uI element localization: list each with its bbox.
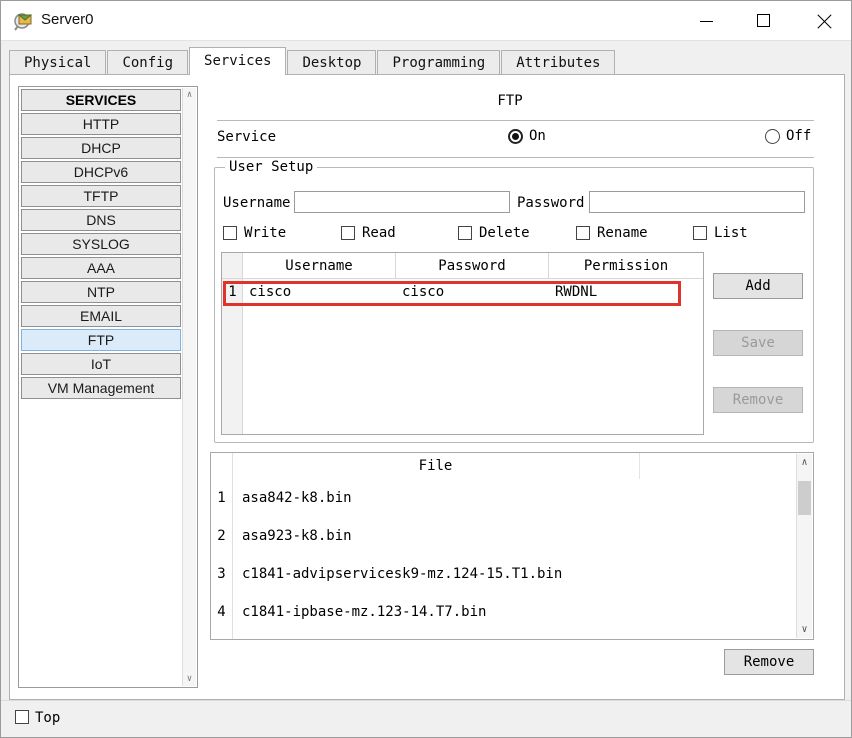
sidebar-header-services: SERVICES	[21, 89, 181, 111]
sidebar-item-iot[interactable]: IoT	[21, 353, 181, 375]
title-bar: Server0	[1, 1, 851, 41]
scroll-up-icon[interactable]: ∧	[797, 455, 812, 470]
server-config-window: Server0 Physical Config Services Desktop…	[0, 0, 852, 738]
divider	[217, 157, 814, 158]
user-accounts-table[interactable]: Username Password Permission 1 cisco cis…	[221, 252, 704, 435]
tab-programming[interactable]: Programming	[377, 50, 501, 75]
list-label: List	[714, 225, 748, 241]
sidebar-item-vm-management[interactable]: VM Management	[21, 377, 181, 399]
file-table-header: File	[232, 453, 640, 479]
minimize-icon[interactable]	[683, 1, 729, 41]
tab-bar: Physical Config Services Desktop Program…	[9, 47, 616, 75]
file-row[interactable]: 2 asa923-k8.bin	[211, 517, 813, 555]
file-row[interactable]: 3 c1841-advipservicesk9-mz.124-15.T1.bin	[211, 555, 813, 593]
service-on-radio[interactable]: On	[508, 128, 546, 144]
radio-off-icon[interactable]	[765, 128, 780, 144]
file-name: c1841-advipservicesk9-mz.124-15.T1.bin	[242, 566, 563, 582]
write-label: Write	[244, 225, 287, 241]
remove-user-button[interactable]: Remove	[713, 387, 803, 413]
checkbox-icon[interactable]	[223, 226, 237, 240]
close-icon[interactable]	[799, 1, 851, 41]
sidebar-scrollbar[interactable]: ∧ ∨	[182, 88, 196, 686]
delete-checkbox[interactable]: Delete	[458, 225, 530, 241]
delete-label: Delete	[479, 225, 530, 241]
write-checkbox[interactable]: Write	[223, 225, 286, 241]
remove-file-button[interactable]: Remove	[724, 649, 814, 675]
sidebar-item-dns[interactable]: DNS	[21, 209, 181, 231]
sidebar-item-dhcpv6[interactable]: DHCPv6	[21, 161, 181, 183]
window-title: Server0	[41, 11, 94, 28]
packet-tracer-device-icon	[14, 13, 33, 31]
header-password: Password	[396, 253, 549, 279]
services-sidebar: SERVICES HTTP DHCP DHCPv6 TFTP DNS SYSLO…	[18, 86, 198, 688]
rename-label: Rename	[597, 225, 648, 241]
service-off-radio[interactable]: Off	[765, 128, 811, 144]
service-label: Service	[217, 129, 277, 145]
tab-physical[interactable]: Physical	[9, 50, 107, 75]
service-on-label: On	[529, 128, 546, 144]
sidebar-item-email[interactable]: EMAIL	[21, 305, 181, 327]
scroll-down-icon[interactable]: ∨	[183, 673, 196, 685]
top-checkbox[interactable]	[15, 710, 29, 724]
file-row-number: 3	[217, 566, 226, 582]
file-row-number: 1	[217, 490, 226, 506]
checkbox-icon[interactable]	[576, 226, 590, 240]
sidebar-item-tftp[interactable]: TFTP	[21, 185, 181, 207]
password-label: Password	[517, 195, 585, 211]
file-name: c1841-ipbase-mz.123-14.T7.bin	[242, 604, 487, 620]
user-table-header: Username Password Permission	[222, 253, 703, 279]
file-row[interactable]: 1 asa842-k8.bin	[211, 479, 813, 517]
file-row[interactable]: 4 c1841-ipbase-mz.123-14.T7.bin	[211, 593, 813, 631]
username-label: Username	[223, 195, 291, 211]
header-username: Username	[243, 253, 396, 279]
services-list: SERVICES HTTP DHCP DHCPv6 TFTP DNS SYSLO…	[21, 89, 181, 401]
password-input[interactable]	[589, 191, 805, 213]
tab-services[interactable]: Services	[189, 47, 287, 75]
username-input[interactable]	[294, 191, 510, 213]
rename-checkbox[interactable]: Rename	[576, 225, 648, 241]
tab-attributes[interactable]: Attributes	[501, 50, 616, 75]
checkbox-icon[interactable]	[341, 226, 355, 240]
tab-desktop[interactable]: Desktop	[287, 50, 377, 75]
scroll-up-icon[interactable]: ∧	[183, 89, 196, 101]
radio-on-icon[interactable]	[508, 128, 523, 144]
read-label: Read	[362, 225, 396, 241]
add-button[interactable]: Add	[713, 273, 803, 299]
user-setup-legend: User Setup	[225, 159, 318, 175]
header-permission: Permission	[583, 258, 669, 274]
sidebar-item-http[interactable]: HTTP	[21, 113, 181, 135]
checkbox-icon[interactable]	[458, 226, 472, 240]
checkbox-icon[interactable]	[693, 226, 707, 240]
ftp-panel-title: FTP	[497, 93, 523, 109]
sidebar-item-aaa[interactable]: AAA	[21, 257, 181, 279]
sidebar-item-ntp[interactable]: NTP	[21, 281, 181, 303]
scrollbar-thumb[interactable]	[798, 481, 811, 515]
read-checkbox[interactable]: Read	[341, 225, 396, 241]
services-pane: SERVICES HTTP DHCP DHCPv6 TFTP DNS SYSLO…	[9, 74, 845, 700]
list-checkbox[interactable]: List	[693, 225, 748, 241]
sidebar-item-ftp[interactable]: FTP	[21, 329, 181, 351]
save-button[interactable]: Save	[713, 330, 803, 356]
file-name: asa842-k8.bin	[242, 490, 352, 506]
file-name: asa923-k8.bin	[242, 528, 352, 544]
sidebar-item-syslog[interactable]: SYSLOG	[21, 233, 181, 255]
scroll-down-icon[interactable]: ∨	[797, 622, 812, 637]
footer-bar: Top	[1, 700, 851, 737]
file-table-scrollbar[interactable]: ∧ ∨	[796, 454, 812, 638]
sidebar-item-dhcp[interactable]: DHCP	[21, 137, 181, 159]
highlight-annotation-box	[223, 281, 681, 306]
file-table[interactable]: File 1 asa842-k8.bin 2 asa923-k8.bin 3 c…	[210, 452, 814, 640]
file-row-number: 2	[217, 528, 226, 544]
maximize-icon[interactable]	[741, 1, 787, 41]
user-setup-groupbox: User Setup Username Password Write Read …	[214, 159, 814, 443]
divider	[217, 120, 814, 121]
file-row-number: 4	[217, 604, 226, 620]
top-label: Top	[35, 710, 61, 726]
tab-config[interactable]: Config	[107, 50, 189, 75]
service-off-label: Off	[786, 128, 812, 144]
